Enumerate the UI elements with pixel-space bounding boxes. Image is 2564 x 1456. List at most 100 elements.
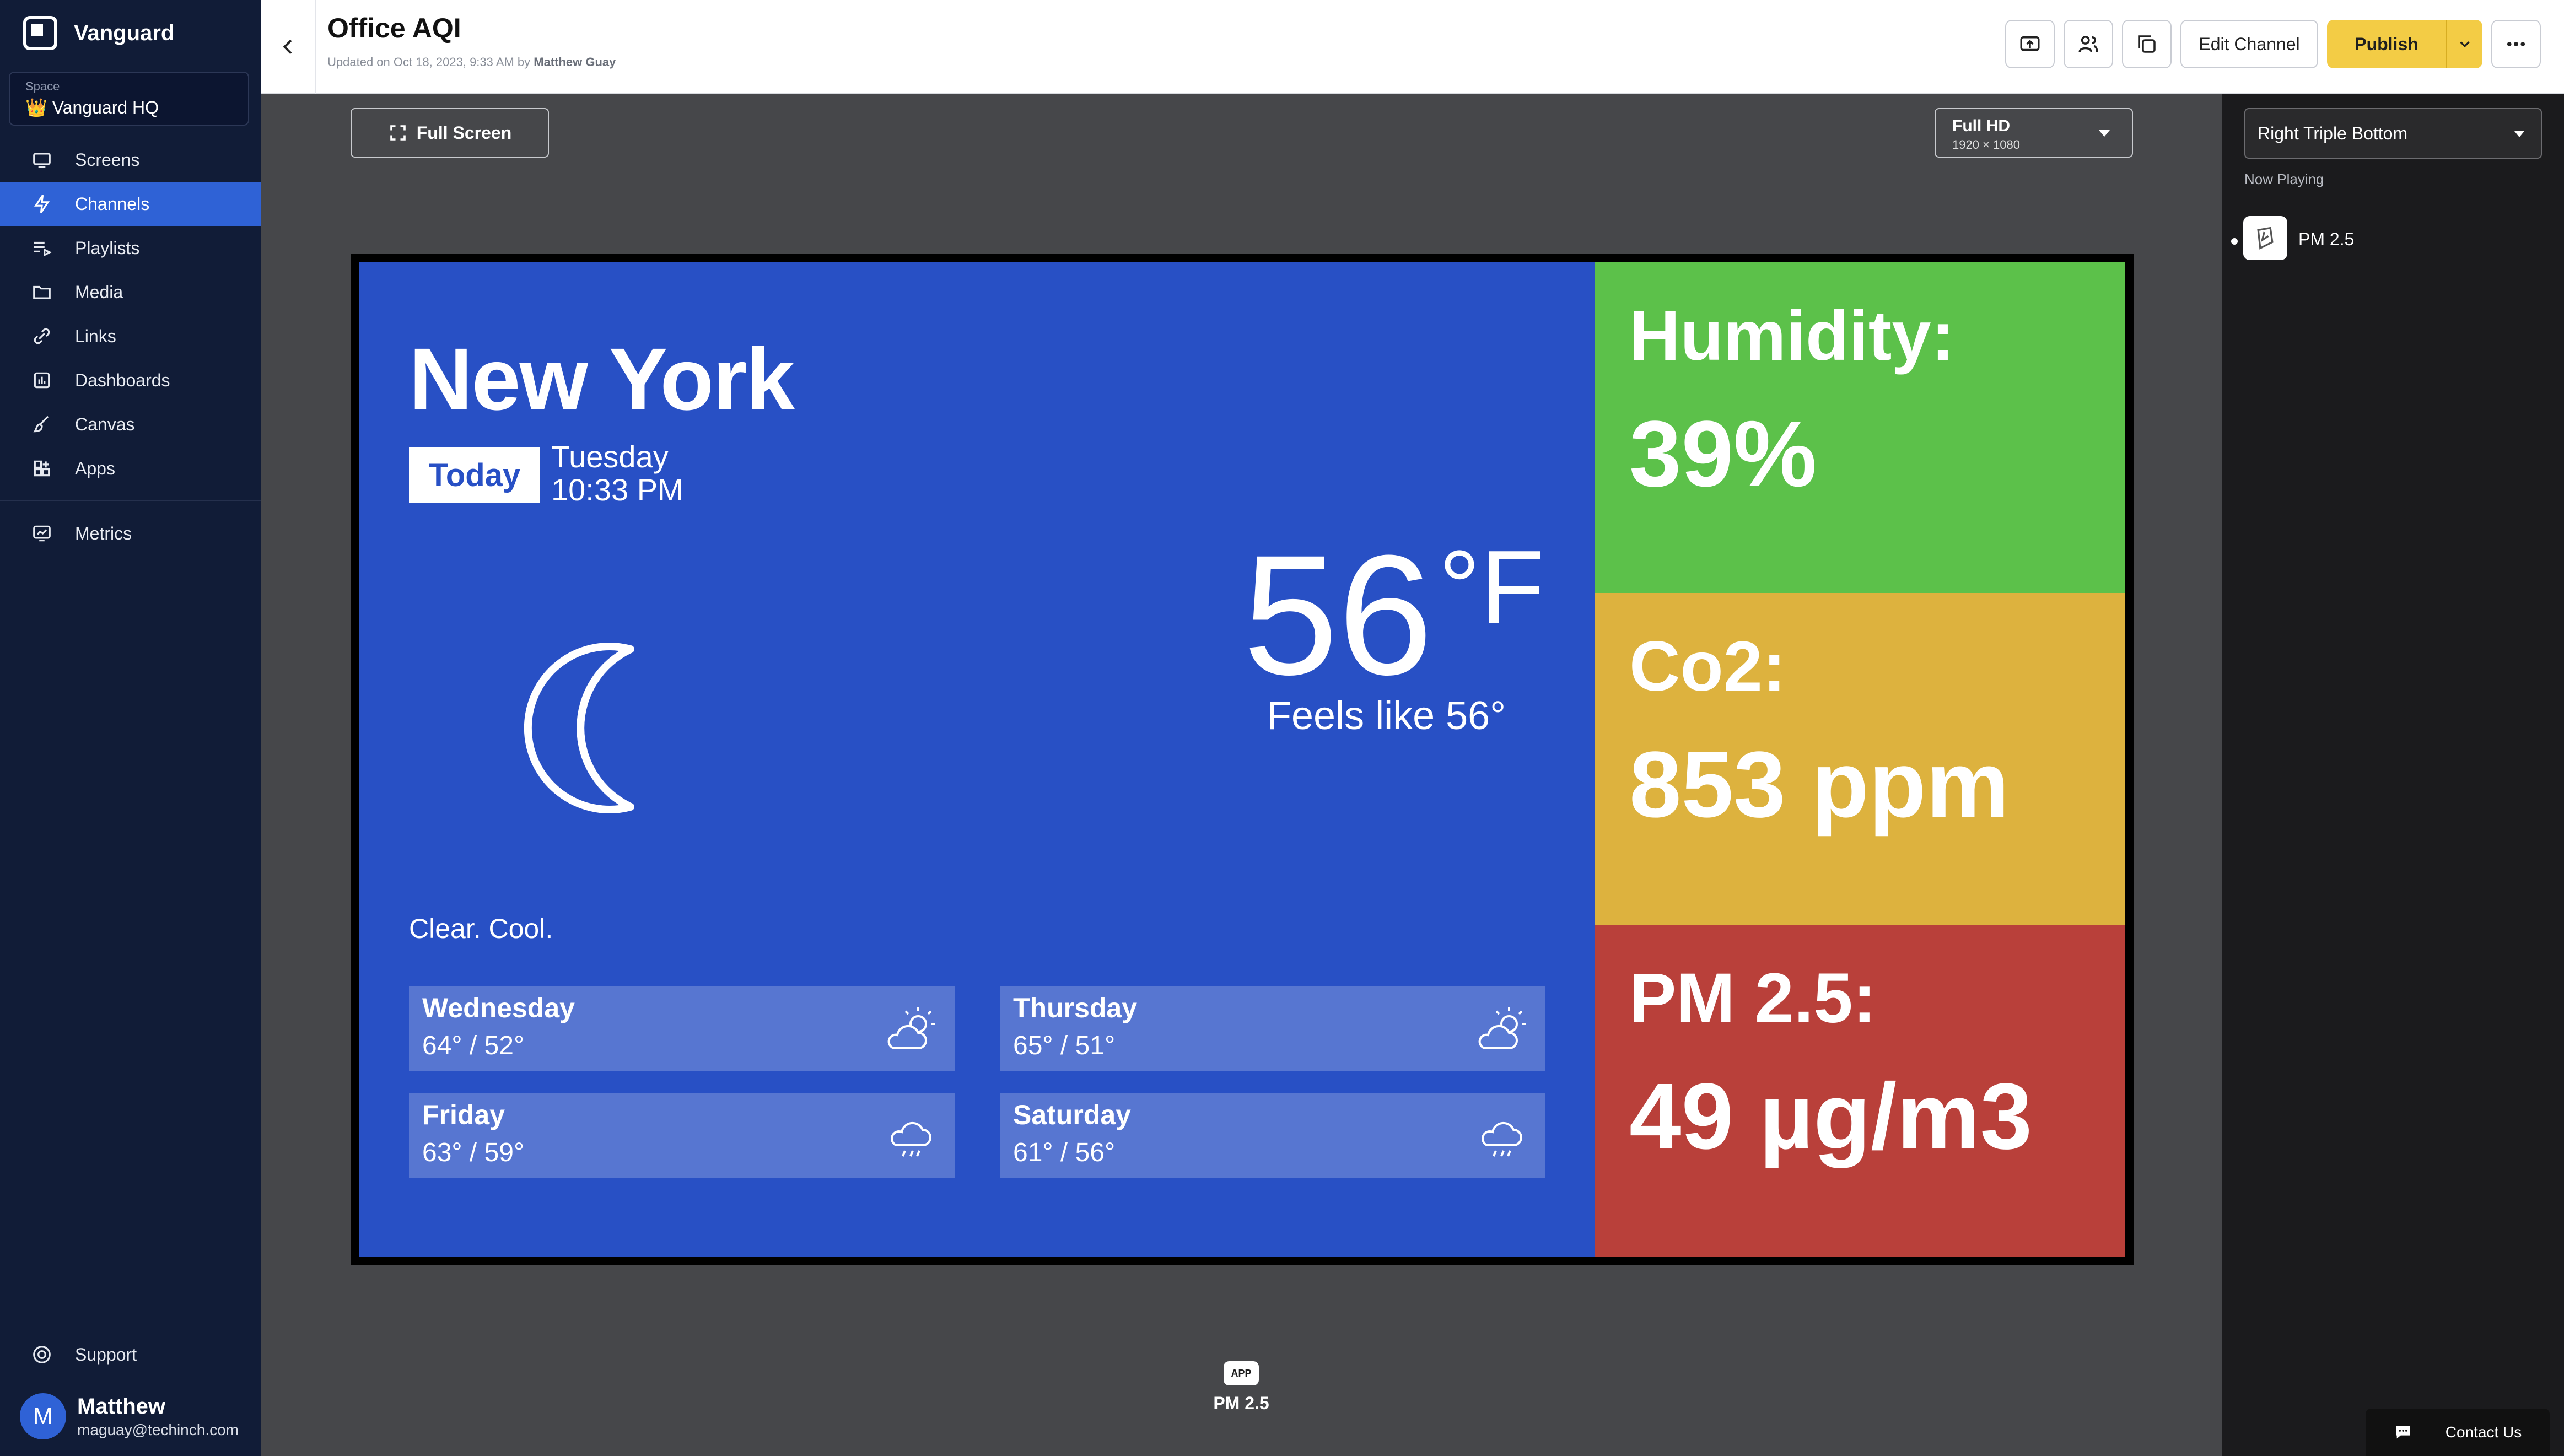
edit-channel-button[interactable]: Edit Channel [2180,20,2318,68]
rain-cloud-icon [891,1121,931,1157]
chat-icon [2396,1426,2410,1439]
sidebar-item-label: Channels [75,193,150,214]
nav-divider [0,500,261,501]
updated-by: Matthew Guay [534,55,616,69]
co2-value: 853 ppm [1629,732,2010,837]
right-panel: Right Triple Bottom Now Playing PM 2.5 [2222,94,2564,1456]
weather-zone: New York Today Tuesday 10:33 PM 56 °F Fe… [359,262,1595,1257]
brand-name: Vanguard [74,20,175,45]
weather-day: Tuesday [551,439,669,474]
humidity-zone: Humidity: 39% [1595,262,2125,593]
sidebar-item-dashboards[interactable]: Dashboards [0,358,261,402]
moon-icon [524,643,634,813]
now-playing-item[interactable]: PM 2.5 [2222,208,2564,276]
current-app-label: PM 2.5 [1213,1393,1269,1413]
sidebar-item-playlists[interactable]: Playlists [0,226,261,270]
forecast-card: Saturday 61° / 56° [1000,1093,1545,1178]
dashboard-icon [31,369,53,391]
share-button[interactable] [2064,20,2113,68]
sidebar-item-metrics[interactable]: Metrics [0,511,261,556]
screen-icon [31,149,53,171]
publish-group: Publish [2327,20,2482,68]
back-button[interactable] [261,0,316,94]
user-name: Matthew [77,1394,165,1419]
updated-info: Updated on Oct 18, 2023, 9:33 AM by Matt… [327,55,616,69]
layout-select[interactable]: Right Triple Bottom [2244,108,2542,159]
now-playing-name: PM 2.5 [2298,229,2355,249]
sidebar-item-label: Dashboards [75,370,170,390]
sidebar-item-label: Playlists [75,238,140,258]
updated-text: Updated on Oct 18, 2023, 9:33 AM by [327,55,534,69]
folder-icon [31,281,53,303]
sidebar-item-label: Links [75,326,116,346]
page-title: Office AQI [327,13,461,44]
apps-icon [31,457,53,479]
forecast-day: Wednesday [422,993,575,1023]
today-badge: Today [409,447,540,503]
co2-zone: Co2: 853 ppm [1595,593,2125,925]
brush-icon [31,413,53,435]
forecast-card: Friday 63° / 59° [409,1093,955,1178]
user-email: maguay@techinch.com [77,1421,239,1438]
sidebar-item-label: Metrics [75,523,132,543]
caret-down-icon [2514,131,2524,137]
sidebar-item-support[interactable]: Support [0,1333,261,1377]
publish-button[interactable]: Publish [2327,20,2447,68]
sidebar-item-channels[interactable]: Channels [0,182,261,226]
sidebar-item-canvas[interactable]: Canvas [0,402,261,446]
brand[interactable]: Vanguard [23,15,174,51]
temperature-value: 56 [1243,519,1433,710]
users-icon [2078,36,2098,52]
resolution-select[interactable]: Full HD 1920 × 1080 [1935,108,2133,158]
contact-us-button[interactable]: Contact Us [2366,1409,2550,1456]
rain-cloud-icon [1482,1121,1522,1157]
layout-select-value: Right Triple Bottom [2258,123,2408,143]
link-icon [31,325,53,347]
weather-city: New York [409,330,795,428]
sidebar-item-label: Canvas [75,414,135,434]
sidebar-item-label: Media [75,282,123,302]
sidebar: Vanguard Space 👑 Vanguard HQ Screens Cha… [0,0,261,1456]
more-options-button[interactable] [2491,20,2541,68]
space-label: Space [25,79,60,93]
weather-condition: Clear. Cool. [409,913,553,944]
forecast-temps: 63° / 59° [422,1138,525,1167]
sidebar-item-media[interactable]: Media [0,270,261,314]
playlist-icon [31,237,53,259]
space-switcher[interactable]: Space 👑 Vanguard HQ [9,72,249,126]
sidebar-item-label: Apps [75,458,115,478]
sidebar-nav: Screens Channels Playlists Media Links D… [0,138,261,556]
copy-icon [2138,35,2156,53]
sidebar-item-label: Screens [75,149,140,170]
forecast-day: Friday [422,1099,505,1130]
forecast-day: Thursday [1013,993,1138,1023]
cast-icon [2020,36,2040,51]
chevron-down-icon [2460,41,2470,48]
sidebar-item-screens[interactable]: Screens [0,138,261,182]
weather-time: 10:33 PM [551,472,683,507]
lightning-icon [31,193,53,215]
pm25-value: 49 µg/m3 [1629,1064,2033,1169]
resolution-name: Full HD [1952,117,2010,135]
more-icon [2507,42,2525,46]
forecast-card: Wednesday 64° / 52° [409,986,955,1071]
forecast-temps: 65° / 51° [1013,1031,1116,1060]
sidebar-item-apps[interactable]: Apps [0,446,261,490]
sidebar-item-links[interactable]: Links [0,314,261,358]
fullscreen-icon [390,125,406,141]
user-profile[interactable]: M Matthew maguay@techinch.com [20,1393,239,1439]
chevron-left-icon [283,39,292,55]
sidebar-item-label: Support [75,1344,137,1365]
forecast-day: Saturday [1013,1099,1131,1130]
metrics-icon [31,522,53,544]
publish-dropdown-button[interactable] [2447,20,2482,68]
full-screen-button[interactable]: Full Screen [351,108,549,158]
duplicate-button[interactable] [2122,20,2172,68]
contact-us-label: Contact Us [2445,1423,2522,1441]
playing-indicator [2231,238,2238,245]
pm25-label: PM 2.5: [1629,959,1877,1038]
cast-button[interactable] [2005,20,2055,68]
temperature: 56 °F [1243,519,1544,710]
vanguard-logo-icon [23,16,57,50]
forecast-temps: 61° / 56° [1013,1138,1116,1167]
